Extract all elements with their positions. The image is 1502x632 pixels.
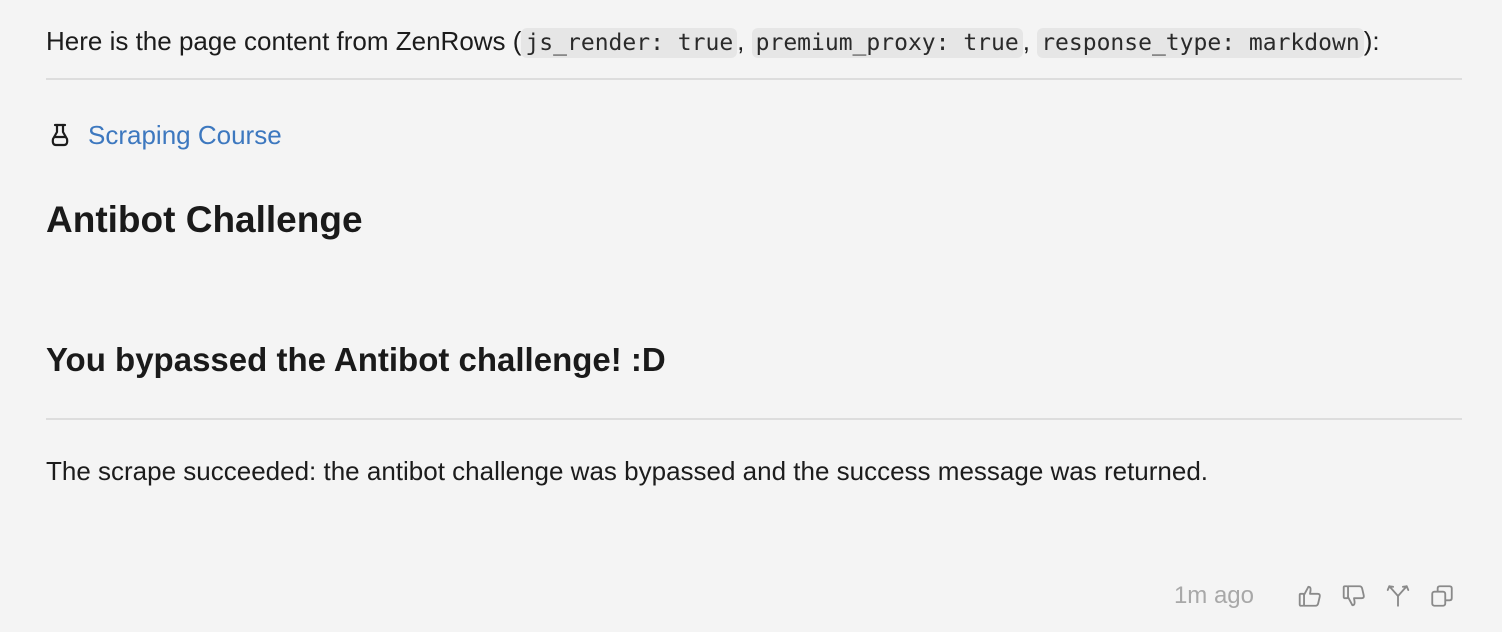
flask-icon — [50, 122, 70, 148]
message-footer: 1m ago — [1174, 578, 1456, 614]
intro-suffix: ): — [1363, 26, 1380, 56]
param-js-render: js_render: true — [521, 28, 738, 58]
assistant-message: Here is the page content from ZenRows (j… — [46, 0, 1462, 488]
timestamp: 1m ago — [1173, 582, 1254, 609]
summary-text: The scrape succeeded: the antibot challe… — [46, 456, 1209, 486]
param-response-type: response_type: markdown — [1037, 28, 1364, 58]
intro-prefix: Here is the page content from ZenRows ( — [46, 26, 522, 56]
site-link-row: Scraping Course — [46, 116, 1462, 154]
param-premium-proxy: premium_proxy: true — [751, 28, 1023, 58]
intro-text: Here is the page content from ZenRows (j… — [46, 0, 1462, 64]
thumbs-down-icon[interactable] — [1340, 582, 1368, 610]
divider — [46, 78, 1462, 80]
success-heading: You bypassed the Antibot challenge! :D — [46, 341, 666, 378]
fork-icon[interactable] — [1384, 582, 1412, 610]
divider — [46, 418, 1462, 420]
thumbs-up-icon[interactable] — [1296, 582, 1324, 610]
page-heading: Antibot Challenge — [46, 199, 363, 240]
param-separator: , — [737, 26, 752, 56]
copy-icon[interactable] — [1428, 582, 1456, 610]
scraping-course-link[interactable]: Scraping Course — [88, 120, 282, 151]
param-separator: , — [1022, 26, 1038, 56]
